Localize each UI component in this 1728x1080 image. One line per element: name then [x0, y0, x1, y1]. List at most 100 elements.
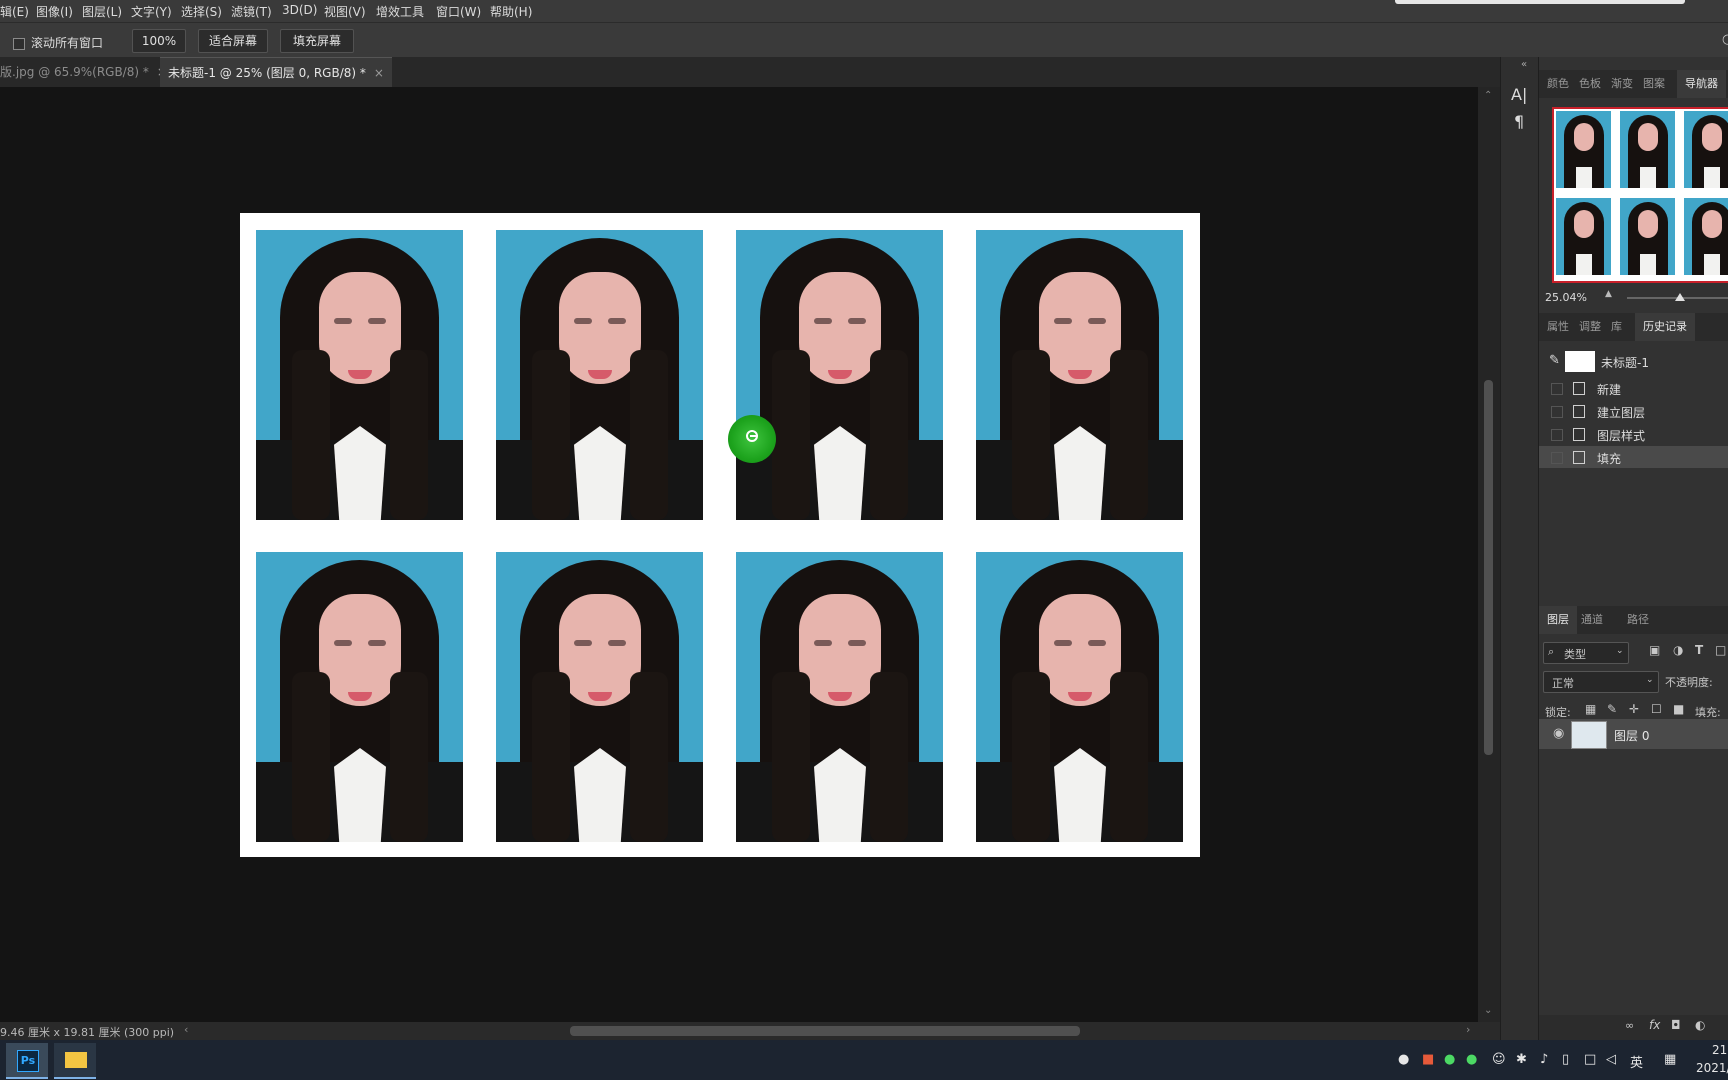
- history-snapshot[interactable]: ✎ 未标题-1: [1539, 348, 1728, 376]
- vertical-scroll-thumb[interactable]: [1484, 380, 1493, 755]
- options-bar: 滚动所有窗口 100% 适合屏幕 填充屏幕 ○: [0, 22, 1728, 58]
- eye-icon[interactable]: ◉: [1553, 726, 1564, 741]
- record-icon[interactable]: ●: [1398, 1052, 1409, 1067]
- close-icon[interactable]: ×: [374, 66, 384, 80]
- horizontal-scroll-thumb[interactable]: [570, 1026, 1080, 1036]
- tab-history[interactable]: 历史记录: [1635, 313, 1695, 341]
- tab-paths[interactable]: 路径: [1627, 606, 1649, 634]
- image-filter-icon[interactable]: ▣: [1649, 643, 1660, 657]
- tab-gradients[interactable]: 渐变: [1611, 70, 1633, 98]
- volume-icon[interactable]: ◁: [1606, 1052, 1616, 1067]
- network-icon[interactable]: □: [1584, 1052, 1596, 1067]
- tab-libraries[interactable]: 库: [1611, 313, 1622, 341]
- menu-help[interactable]: 帮助(H): [490, 3, 532, 20]
- lock-paint-icon[interactable]: ✎: [1607, 702, 1617, 716]
- adjustment-layer-icon[interactable]: ◐: [1695, 1018, 1705, 1032]
- slider-handle[interactable]: [1675, 293, 1685, 301]
- tab-layers[interactable]: 图层: [1539, 606, 1577, 634]
- collapse-panels-icon[interactable]: «: [1521, 59, 1527, 70]
- navigator-preview[interactable]: [1552, 107, 1728, 283]
- layer-thumbnail: [1571, 721, 1607, 749]
- link-icon[interactable]: ∞: [1625, 1019, 1634, 1032]
- id-photo: [496, 230, 703, 520]
- fit-screen-button[interactable]: 适合屏幕: [198, 29, 268, 53]
- navigator-zoom-value[interactable]: 25.04%: [1545, 291, 1587, 304]
- fx-button[interactable]: fx: [1649, 1018, 1660, 1032]
- clock-date[interactable]: 2021/: [1696, 1061, 1728, 1075]
- panel-icon-strip: « A| ¶: [1500, 57, 1539, 1040]
- clock-time[interactable]: 21: [1712, 1043, 1727, 1057]
- chevron-down-icon: ⌄: [1616, 646, 1624, 656]
- character-panel-icon[interactable]: A|: [1511, 85, 1527, 104]
- search-icon[interactable]: ○: [1722, 32, 1728, 47]
- fill-screen-button[interactable]: 填充屏幕: [280, 29, 354, 53]
- document-tabs: 版.jpg @ 65.9%(RGB/8) *× 未标题-1 @ 25% (图层 …: [0, 57, 1500, 88]
- history-item-selected[interactable]: 填充: [1539, 446, 1728, 468]
- tab-properties[interactable]: 属性: [1547, 313, 1569, 341]
- menu-view[interactable]: 视图(V): [324, 3, 366, 20]
- lock-label: 锁定:: [1545, 706, 1571, 719]
- menu-select[interactable]: 选择(S): [181, 3, 222, 20]
- lock-all-icon[interactable]: ■: [1673, 702, 1684, 716]
- id-photo: [256, 552, 463, 842]
- tab-adjustments[interactable]: 调整: [1579, 313, 1601, 341]
- file-explorer-taskbar-button[interactable]: [54, 1043, 96, 1079]
- tab-doc-2[interactable]: 未标题-1 @ 25% (图层 0, RGB/8) * ×: [160, 57, 392, 88]
- id-photo: [496, 552, 703, 842]
- tab-navigator[interactable]: 导航器: [1677, 70, 1726, 98]
- microphone-icon[interactable]: ♪: [1540, 1052, 1548, 1067]
- keyboard-icon[interactable]: ▦: [1664, 1052, 1676, 1067]
- mask-icon[interactable]: ◘: [1671, 1018, 1681, 1032]
- menu-image[interactable]: 图像(I): [36, 3, 73, 20]
- layer-filter-select[interactable]: ⌕ 类型 ⌄: [1543, 642, 1629, 664]
- lock-artboard-icon[interactable]: ☐: [1651, 702, 1662, 716]
- tab-channels[interactable]: 通道: [1581, 606, 1603, 634]
- scroll-left-icon[interactable]: ‹: [184, 1023, 188, 1036]
- tab-swatches[interactable]: 色板: [1579, 70, 1601, 98]
- menu-edit[interactable]: 辑(E): [0, 3, 29, 20]
- menu-3d[interactable]: 3D(D): [282, 3, 317, 17]
- zoom-100-button[interactable]: 100%: [132, 29, 186, 53]
- wechat-icon[interactable]: ●: [1466, 1052, 1477, 1067]
- top-panel-tabs: 颜色 色板 渐变 图案 导航器: [1539, 70, 1728, 98]
- tab-patterns[interactable]: 图案: [1643, 70, 1665, 98]
- qq-icon[interactable]: ☺: [1492, 1052, 1506, 1067]
- scroll-down-icon[interactable]: ⌄: [1484, 1005, 1492, 1016]
- history-item[interactable]: 新建: [1539, 377, 1728, 399]
- lock-position-icon[interactable]: ✛: [1629, 702, 1639, 716]
- menu-plugins[interactable]: 增效工具: [376, 3, 424, 20]
- menu-layer[interactable]: 图层(L): [82, 3, 122, 20]
- blend-mode-select[interactable]: 正常 ⌄: [1543, 671, 1659, 693]
- adjustment-filter-icon[interactable]: ◑: [1673, 643, 1683, 657]
- lock-transparency-icon[interactable]: ▦: [1585, 702, 1596, 716]
- mountain-small-icon[interactable]: ▲: [1605, 289, 1612, 299]
- document-canvas[interactable]: [240, 213, 1200, 857]
- tab-color[interactable]: 颜色: [1547, 70, 1569, 98]
- menu-window[interactable]: 窗口(W): [436, 3, 481, 20]
- blend-mode-value: 正常: [1552, 677, 1574, 690]
- usb-icon[interactable]: ▯: [1562, 1052, 1569, 1067]
- scroll-all-checkbox[interactable]: [13, 38, 25, 50]
- scroll-right-icon[interactable]: ›: [1466, 1023, 1470, 1036]
- photoshop-taskbar-button[interactable]: Ps: [6, 1043, 48, 1079]
- scroll-all-label: 滚动所有窗口: [31, 36, 104, 50]
- app-tray-icon[interactable]: ■: [1422, 1052, 1434, 1067]
- tab-label: 未标题-1 @ 25% (图层 0, RGB/8) *: [168, 66, 366, 80]
- history-item[interactable]: 图层样式: [1539, 423, 1728, 445]
- shape-filter-icon[interactable]: □: [1715, 643, 1726, 657]
- ime-indicator[interactable]: 英: [1630, 1052, 1643, 1071]
- wechat-icon[interactable]: ●: [1444, 1052, 1455, 1067]
- menu-filter[interactable]: 滤镜(T): [231, 3, 272, 20]
- mid-panel-tabs: 属性 调整 库 历史记录: [1539, 313, 1728, 341]
- layer-name[interactable]: 图层 0: [1614, 727, 1649, 744]
- search-icon: ⌕: [1548, 645, 1555, 658]
- tab-doc-1[interactable]: 版.jpg @ 65.9%(RGB/8) *×: [0, 57, 175, 87]
- scroll-up-icon[interactable]: ⌃: [1484, 90, 1492, 101]
- history-item[interactable]: 建立图层: [1539, 400, 1728, 422]
- layer-row[interactable]: ◉ 图层 0: [1539, 719, 1728, 749]
- paragraph-panel-icon[interactable]: ¶: [1514, 112, 1524, 131]
- photoshop-icon: Ps: [17, 1050, 39, 1072]
- menu-type[interactable]: 文字(Y): [131, 3, 172, 20]
- bluetooth-icon[interactable]: ✱: [1516, 1052, 1527, 1067]
- type-filter-icon[interactable]: T: [1695, 643, 1703, 657]
